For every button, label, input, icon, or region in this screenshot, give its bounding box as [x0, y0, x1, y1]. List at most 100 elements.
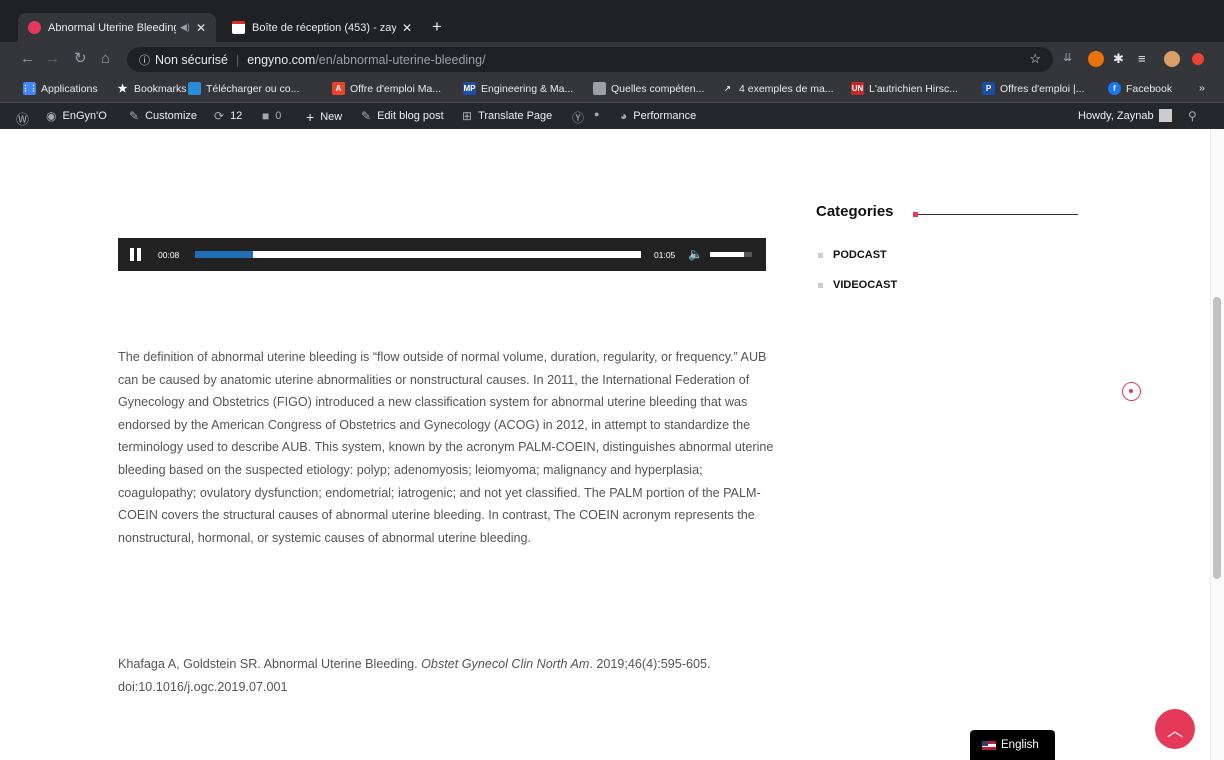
tab-title: Abnormal Uterine Bleeding — [48, 21, 177, 34]
info-icon[interactable]: ⓘ — [139, 52, 150, 68]
admin-performance[interactable]: ◕ Performance — [620, 109, 696, 123]
user-avatar — [1158, 109, 1172, 122]
journal-name: Obstet Gynecol Clin North Am — [421, 657, 590, 671]
un-logo-icon: UN — [851, 82, 864, 95]
letter-p-icon: P — [982, 82, 995, 95]
bookmark-autrichien[interactable]: UN L'autrichien Hirsc... — [851, 82, 958, 95]
forward-arrow-icon[interactable]: → — [45, 50, 60, 68]
current-time: 00:08 — [158, 250, 180, 260]
reload-icon[interactable]: ↻ — [74, 50, 87, 68]
bullet-icon — [818, 282, 823, 288]
status-dot-icon: ● — [594, 109, 600, 119]
extension-icon[interactable]: ⇊ — [1063, 51, 1079, 67]
bookmark-offre-emploi[interactable]: A Offre d'emploi Ma... — [332, 82, 441, 95]
letter-a-icon: A — [332, 82, 345, 95]
palette-icon: ◉ — [46, 109, 57, 123]
mp-logo-icon: MP — [463, 82, 476, 95]
apps-grid-icon: ⋮⋮ — [21, 82, 38, 95]
site-favicon-icon — [28, 21, 41, 34]
puzzle-icon[interactable]: ✱ — [1113, 51, 1129, 67]
language-switcher[interactable]: English — [970, 730, 1055, 760]
gmail-icon — [232, 21, 245, 34]
heading-divider — [913, 214, 1078, 215]
bullet-icon — [818, 252, 823, 258]
pause-button[interactable] — [130, 248, 142, 261]
security-label: Non sécurisé — [155, 52, 228, 67]
audio-player: 00:08 01:05 🔈 — [118, 238, 766, 271]
scroll-to-top-button[interactable]: ︿ — [1155, 709, 1195, 749]
bookmarks-bar: ⋮⋮ Applications ★ Bookmarks Télécharger ou… — [0, 76, 1224, 103]
progress-fill — [195, 251, 253, 258]
bookmark-apps[interactable]: ⋮⋮ Applications — [21, 82, 98, 95]
scrollbar-thumb[interactable] — [1213, 297, 1221, 579]
volume-icon[interactable]: 🔈 — [688, 247, 703, 261]
category-videocast[interactable]: VIDEOCAST — [818, 279, 897, 291]
yoast-seo-icon[interactable]: Ⓨ — [572, 109, 584, 126]
updates-icon: ⟳ — [214, 109, 225, 123]
admin-site-name[interactable]: ◉ EnGyn'O — [46, 109, 107, 123]
tab-close-icon[interactable]: ✕ — [402, 21, 412, 35]
extension-badge-icon[interactable] — [1088, 51, 1104, 67]
bookmark-folder[interactable]: ★ Bookmarks — [116, 82, 187, 96]
bookmark-telecharger[interactable]: Télécharger ou co... — [188, 82, 299, 95]
browser-toolbar: ← → ↻ ⌂ ⓘ Non sécurisé | engyno.com/en/a… — [0, 42, 1224, 76]
tab-title: Boîte de réception (453) - zay — [252, 21, 396, 34]
page-scrollbar[interactable] — [1210, 129, 1224, 760]
admin-comments[interactable]: ■ 0 — [262, 109, 281, 123]
trend-icon: ↗ — [724, 84, 731, 93]
duration-time: 01:05 — [654, 250, 676, 260]
profile-avatar[interactable] — [1164, 51, 1180, 67]
url-domain: engyno.com — [247, 52, 316, 67]
admin-new[interactable]: + New — [306, 109, 342, 125]
brush-icon: ✎ — [129, 109, 140, 123]
update-icon[interactable] — [1192, 53, 1204, 65]
bookmark-quelles[interactable]: Quelles compéten... — [593, 82, 704, 95]
bookmark-offres-emploi[interactable]: P Offres d'emploi |... — [982, 82, 1085, 95]
volume-slider[interactable] — [710, 252, 752, 257]
star-icon: ★ — [117, 83, 128, 95]
admin-account[interactable]: Howdy, Zaynab — [1078, 109, 1172, 122]
record-circle-icon[interactable] — [1122, 382, 1141, 401]
translate-icon: ⊞ — [462, 109, 473, 123]
bookmark-star-icon[interactable]: ☆ — [1029, 51, 1041, 67]
facebook-icon: f — [1108, 82, 1121, 95]
volume-fill — [710, 252, 744, 257]
admin-translate[interactable]: ⊞ Translate Page — [462, 109, 552, 123]
bookmark-engineering[interactable]: MP Engineering & Ma... — [463, 82, 573, 95]
wp-admin-bar: Ⓦ ◉ EnGyn'O ✎ Customize ⟳ 12 ■ 0 + New ✎ Edit … — [0, 103, 1224, 129]
plus-icon: + — [306, 109, 315, 125]
chevron-up-icon: ︿ — [1166, 723, 1183, 740]
progress-rail[interactable] — [195, 251, 641, 258]
tab-gmail-inbox[interactable]: Boîte de réception (453) - zay ✕ — [222, 13, 422, 42]
reading-list-icon[interactable]: ≡ — [1138, 51, 1154, 67]
bookmark-exemples[interactable]: ↗ 4 exemples de ma... — [721, 82, 833, 95]
admin-updates[interactable]: ⟳ 12 — [214, 109, 242, 123]
browser-tab-strip: Abnormal Uterine Bleeding ◀) ✕ Boîte de … — [0, 0, 1224, 42]
url-path: /en/abnormal-uterine-bleeding/ — [315, 52, 486, 67]
heading-accent-dot — [913, 212, 918, 217]
home-icon[interactable]: ⌂ — [101, 50, 110, 68]
new-tab-button[interactable]: + — [432, 17, 442, 37]
speaker-icon[interactable]: ◀) — [180, 22, 190, 33]
triangle-icon — [593, 82, 606, 95]
performance-icon: ◕ — [620, 109, 628, 123]
page-content: 00:08 01:05 🔈 The definition of abnormal… — [0, 129, 1224, 760]
bookmark-facebook[interactable]: f Facebook — [1108, 82, 1172, 95]
back-arrow-icon[interactable]: ← — [20, 50, 35, 68]
article-citation: Khafaga A, Goldstein SR. Abnormal Uterin… — [118, 657, 711, 694]
pencil-icon: ✎ — [361, 109, 372, 123]
us-flag-icon — [982, 740, 996, 750]
categories-heading: Categories — [816, 203, 894, 220]
article-paragraph: The definition of abnormal uterine bleed… — [118, 350, 774, 545]
wordpress-logo-icon[interactable]: Ⓦ — [16, 109, 29, 128]
tab-abnormal-uterine-bleeding[interactable]: Abnormal Uterine Bleeding ◀) ✕ — [18, 13, 216, 42]
category-podcast[interactable]: PODCAST — [818, 249, 887, 261]
tab-close-icon[interactable]: ✕ — [196, 21, 206, 35]
comment-icon: ■ — [262, 109, 270, 123]
address-bar[interactable]: ⓘ Non sécurisé | engyno.com/en/abnormal-… — [127, 47, 1053, 72]
bird-icon — [188, 82, 201, 95]
admin-edit-post[interactable]: ✎ Edit blog post — [361, 109, 444, 123]
bookmarks-overflow-button[interactable]: » — [1199, 82, 1205, 94]
admin-search-icon[interactable]: ⚲ — [1188, 109, 1197, 123]
admin-customize[interactable]: ✎ Customize — [129, 109, 197, 123]
